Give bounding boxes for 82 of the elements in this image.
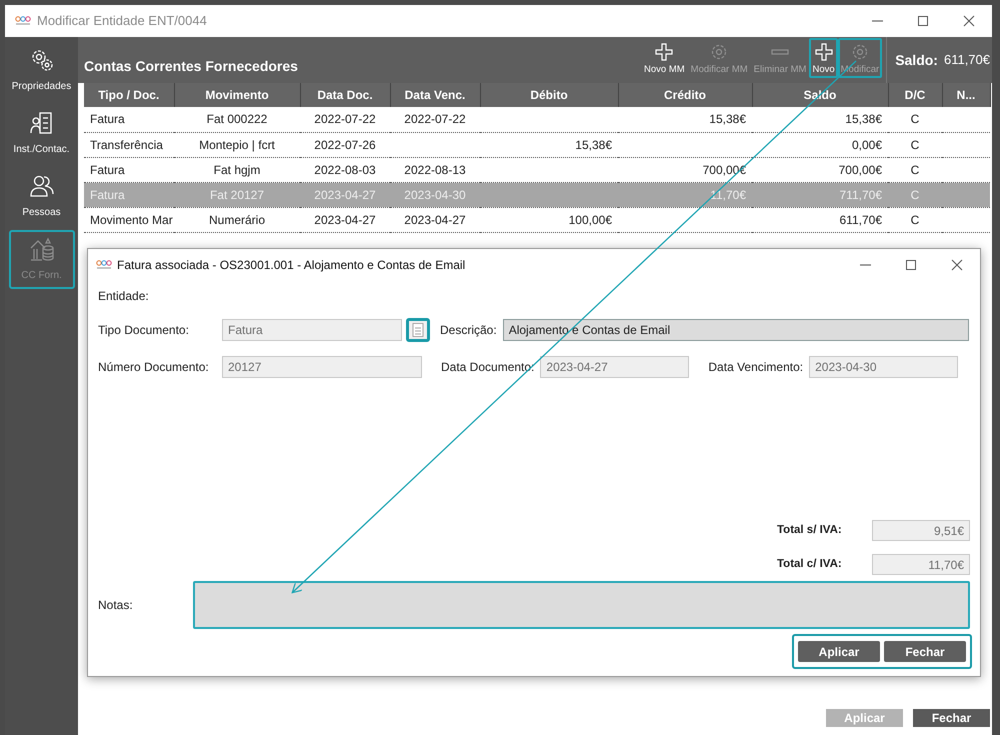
- close-icon: [962, 14, 976, 28]
- total-field[interactable]: 11,70€: [872, 554, 970, 575]
- field-label: Número Documento:: [98, 359, 210, 376]
- table-cell: 711,70€: [840, 188, 882, 202]
- table-cell: C: [910, 162, 920, 176]
- document-icon: [412, 323, 424, 337]
- dialog-title: Fatura associada - OS23001.001 - Alojamento e Contas de Email: [117, 257, 466, 274]
- table-cell: 15,38€: [845, 112, 882, 126]
- notes-field[interactable]: [193, 581, 970, 629]
- sidebar-item[interactable]: Pessoas: [8, 167, 74, 226]
- field-label: Descrição:: [440, 322, 497, 339]
- minimize-icon: [872, 20, 882, 22]
- column-header[interactable]: Crédito: [618, 83, 752, 107]
- column-header[interactable]: Data Doc.: [300, 83, 390, 107]
- sidebar-item[interactable]: Inst./Contac.: [8, 104, 74, 163]
- table-cell: 2023-04-27: [314, 212, 376, 226]
- table-row[interactable]: Transferência Montepio | fcrt 2022-07-26 15,38€ 0,00€ C: [84, 132, 990, 157]
- table-row[interactable]: Movimento Mar Numerário 2023-04-27 2023-04-27 100,00€ 611,70€ C: [84, 207, 990, 232]
- window-title: Modificar Entidade ENT/0044: [37, 12, 207, 30]
- field-label: Entidade:: [98, 288, 150, 305]
- table-row[interactable]: Fatura Fat 000222 2022-07-22 2022-07-22 15,38€ 15,38€ C: [84, 107, 990, 132]
- total-label: Total c/ IVA:: [777, 556, 843, 572]
- table-cell: 15,38€: [709, 112, 746, 126]
- column-header[interactable]: Movimento: [174, 83, 300, 107]
- column-header[interactable]: Débito: [480, 83, 618, 107]
- table-cell: Fat hgjm: [214, 162, 260, 176]
- table-cell: 2022-07-22: [404, 112, 466, 126]
- table-cell: Montepio | fcrt: [199, 138, 275, 152]
- column-header[interactable]: D/C: [888, 83, 942, 107]
- sidebar-item[interactable]: Propriedades: [8, 41, 74, 100]
- dialog-button[interactable]: Fechar: [884, 641, 966, 662]
- field-label: Tipo Documento:: [98, 322, 190, 339]
- close-icon: [950, 258, 964, 272]
- column-header[interactable]: Saldo: [752, 83, 888, 107]
- table-cell: C: [910, 212, 920, 226]
- table-cell: Fat 000222: [206, 112, 268, 126]
- field-label: Data Vencimento:: [708, 359, 804, 376]
- input-field[interactable]: Alojamento e Contas de Email: [502, 319, 969, 341]
- table-cell: 0,00€: [852, 138, 882, 152]
- table-cell: 611,70€: [840, 212, 882, 226]
- table-cell: 100,00€: [568, 212, 612, 226]
- app-logo-icon: [96, 260, 112, 270]
- table-cell: 15,38€: [575, 138, 612, 152]
- plus-icon: [655, 43, 674, 61]
- column-header[interactable]: Data Venc.: [390, 83, 480, 107]
- table-cell: 700,00€: [838, 162, 882, 176]
- table-cell: 2022-08-13: [404, 162, 466, 176]
- table-cell: 2022-07-22: [314, 112, 376, 126]
- app-logo-icon: [15, 16, 31, 26]
- gear-icon: [850, 43, 869, 61]
- table-cell: Movimento Mar: [90, 212, 173, 226]
- balance-value: 611,70€: [944, 51, 990, 70]
- table-cell: 2022-07-26: [314, 138, 376, 152]
- maximize-icon: [916, 14, 930, 28]
- table-cell: 2022-08-03: [314, 162, 376, 176]
- field-label: Notas:: [98, 597, 134, 614]
- section-title: Contas Correntes Fornecedores: [84, 57, 298, 76]
- table-cell: 2023-04-30: [404, 188, 466, 202]
- maximize-icon: [904, 258, 918, 272]
- toolbar-button[interactable]: Novo: [809, 38, 838, 78]
- column-header[interactable]: Tipo / Doc.: [84, 83, 174, 107]
- plus-icon: [814, 43, 833, 61]
- total-field[interactable]: 9,51€: [872, 520, 970, 541]
- total-label: Total s/ IVA:: [777, 522, 843, 538]
- table-cell: Fat 20127: [210, 188, 264, 202]
- table-cell: 2023-04-27: [314, 188, 376, 202]
- table-cell: Fatura: [90, 188, 125, 202]
- table-cell: 2023-04-27: [404, 212, 466, 226]
- table-cell: C: [910, 138, 920, 152]
- gear-icon: [710, 43, 728, 61]
- table-cell: Fatura: [90, 112, 125, 126]
- footer-button[interactable]: Fechar: [913, 709, 990, 727]
- balance-label: Saldo:: [895, 50, 938, 70]
- dialog-button[interactable]: Aplicar: [798, 641, 880, 662]
- table-cell: C: [910, 112, 920, 126]
- table-cell: C: [910, 188, 920, 202]
- toolbar-button[interactable]: Novo MM: [641, 38, 688, 78]
- table-cell: Transferência: [90, 138, 163, 152]
- minimize-icon: [860, 264, 870, 266]
- column-header[interactable]: N...: [942, 83, 990, 107]
- table-cell: Fatura: [90, 162, 125, 176]
- table-cell: Numerário: [208, 212, 265, 226]
